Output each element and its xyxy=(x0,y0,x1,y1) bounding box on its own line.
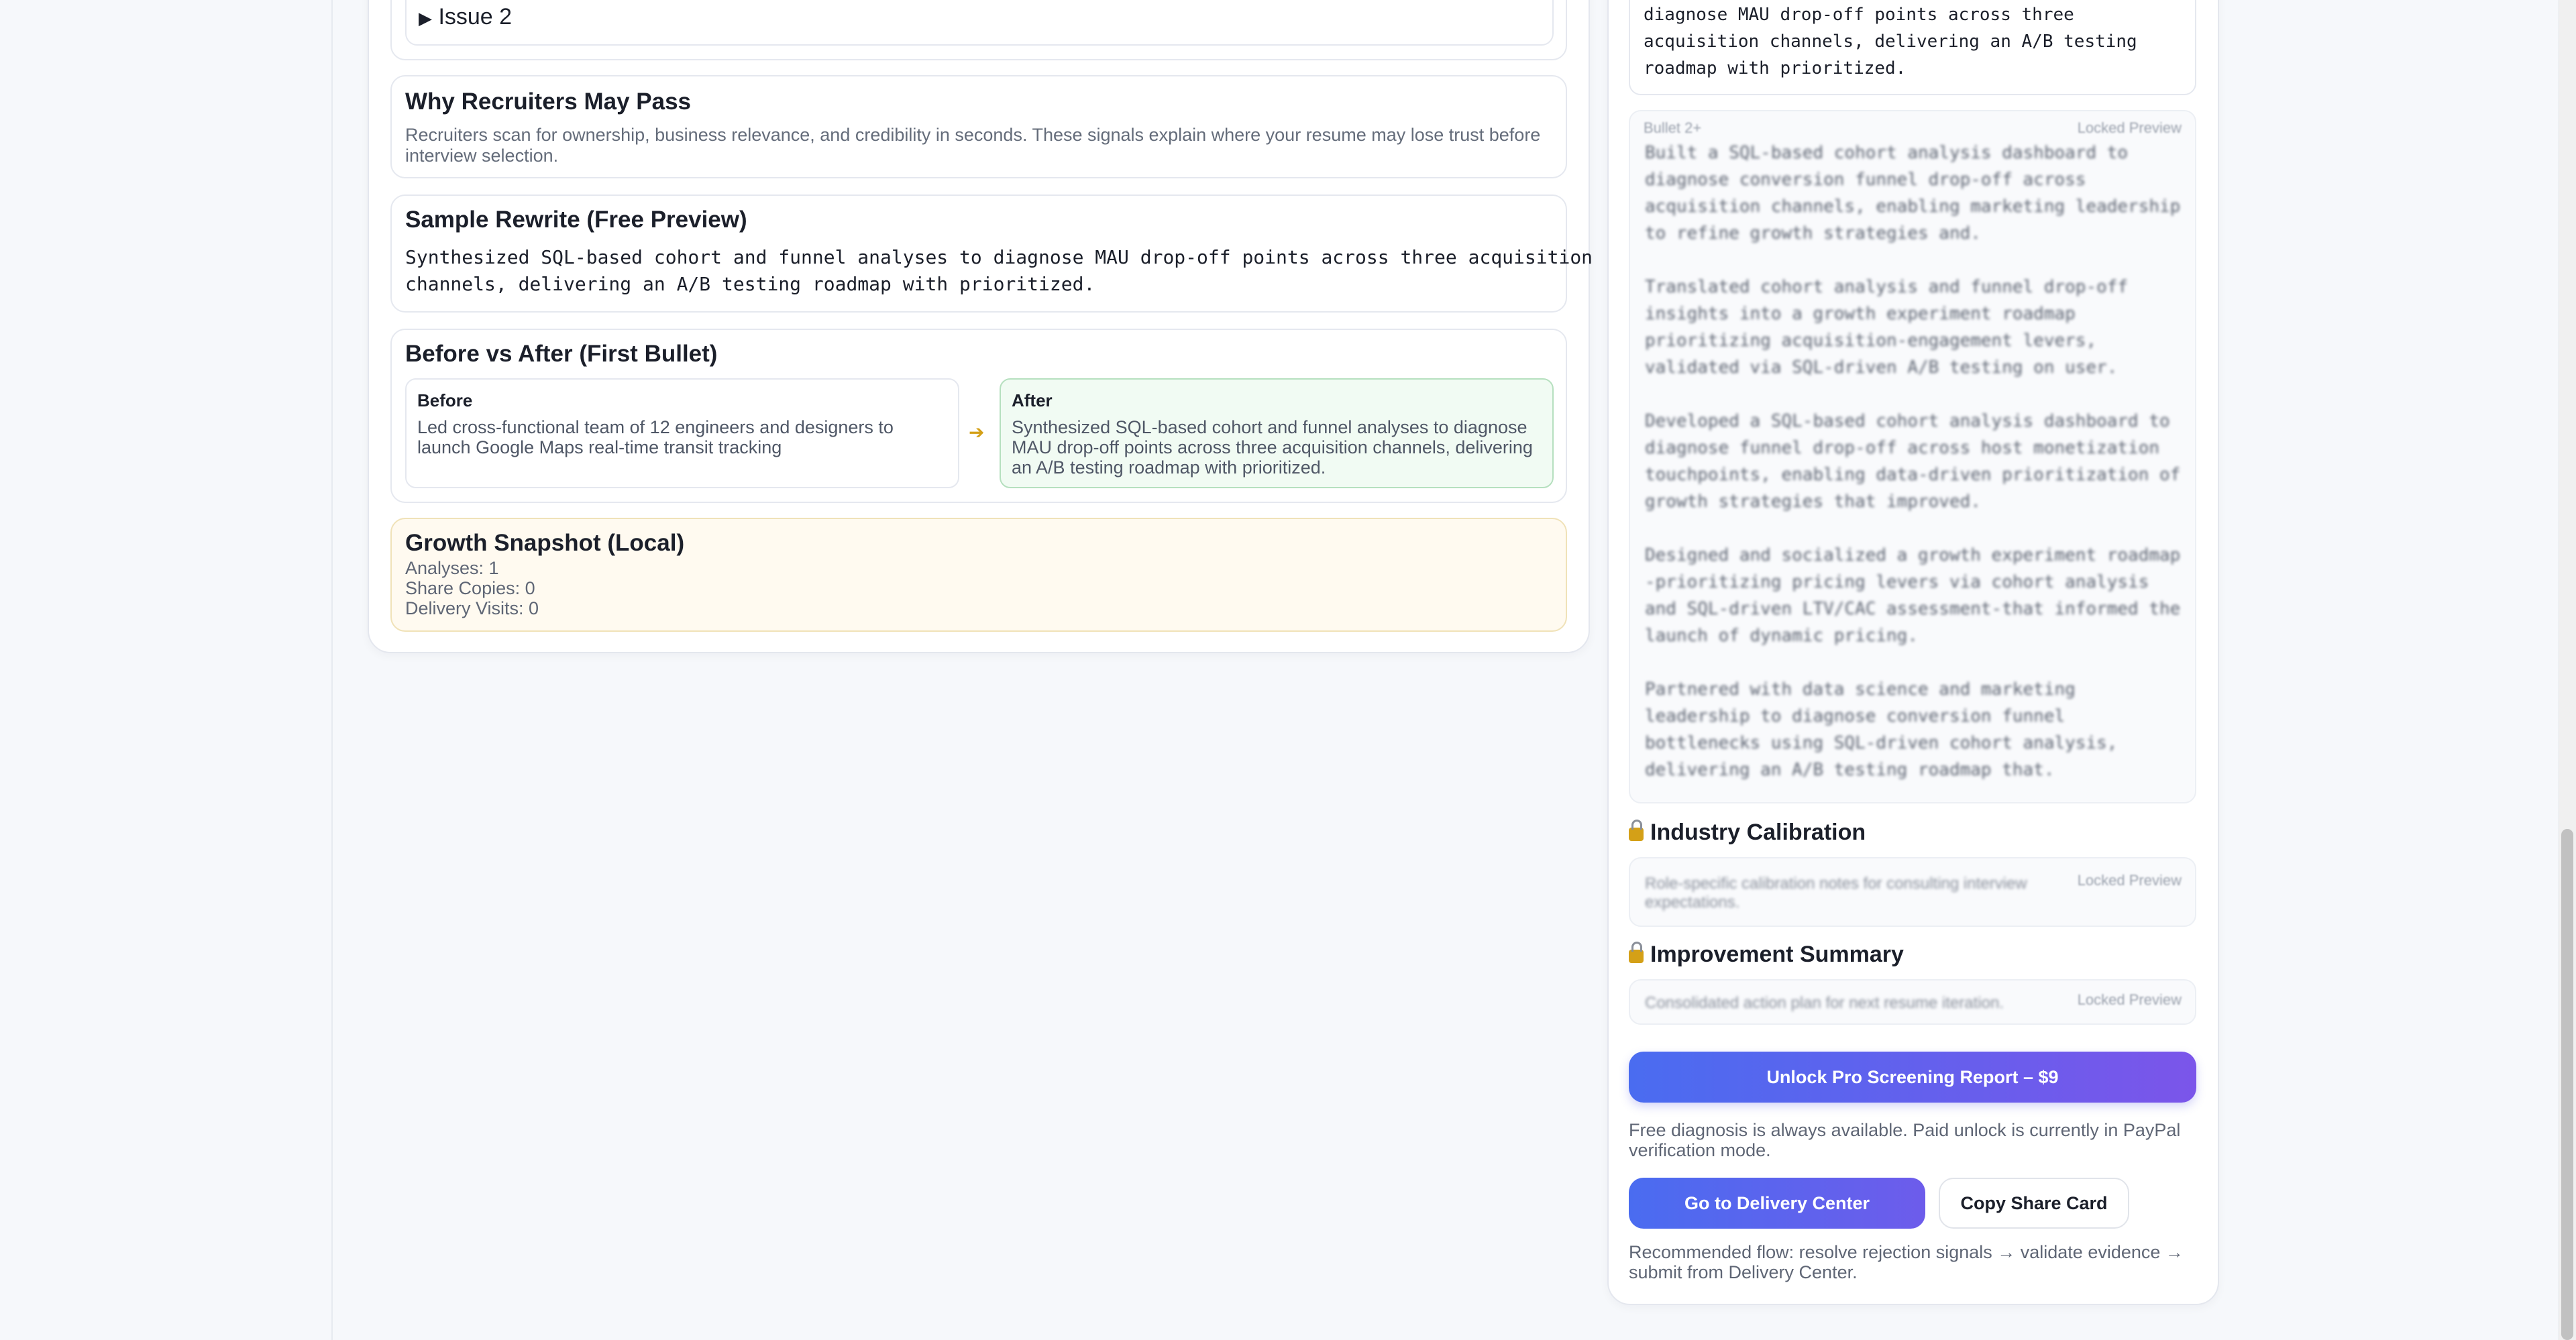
sample-rewrite-line-1: Synthesized SQL-based cohort and funnel … xyxy=(405,246,1593,268)
bullet-1-line-2: acquisition channels, delivering an A/B … xyxy=(1644,32,2137,52)
lock-icon xyxy=(1629,820,1644,841)
go-to-delivery-center-button[interactable]: Go to Delivery Center xyxy=(1629,1178,1925,1229)
unlock-pro-report-button[interactable]: Unlock Pro Screening Report – $9 xyxy=(1629,1052,2196,1103)
recommended-flow-note: Recommended flow: resolve rejection sign… xyxy=(1629,1242,2184,1282)
bullet-1-line-1: diagnose MAU drop-off points across thre… xyxy=(1644,5,2074,25)
copy-share-card-button[interactable]: Copy Share Card xyxy=(1939,1178,2129,1229)
arrow-right-icon: ➔ xyxy=(969,422,985,443)
locked-bullets-text: Built a SQL-based cohort analysis dashbo… xyxy=(1645,143,2181,780)
free-diagnosis-note: Free diagnosis is always available. Paid… xyxy=(1629,1120,2181,1160)
before-label: Before xyxy=(417,390,473,410)
improvement-locked-tag: Locked Preview xyxy=(2077,991,2182,1008)
improvement-summary-locked-box: Consolidated action plan for next resume… xyxy=(1629,979,2196,1025)
improvement-summary-title: Improvement Summary xyxy=(1650,942,1904,967)
why-recruiters-body: Recruiters scan for ownership, business … xyxy=(405,125,1541,166)
sample-rewrite-title: Sample Rewrite (Free Preview) xyxy=(405,207,747,233)
industry-locked-tag: Locked Preview xyxy=(2077,872,2182,889)
industry-calibration-title: Industry Calibration xyxy=(1650,820,1866,845)
locked-preview-tag: Locked Preview xyxy=(2077,119,2182,136)
improvement-summary-heading: Improvement Summary xyxy=(1629,942,1904,968)
growth-analyses: Analyses: 1 xyxy=(405,558,499,578)
locked-bullets-preview: Bullet 2+ Locked Preview Built a SQL-bas… xyxy=(1629,110,2196,803)
industry-calibration-text: Role-specific calibration notes for cons… xyxy=(1645,875,2027,911)
improvement-summary-text: Consolidated action plan for next resume… xyxy=(1645,994,2004,1012)
growth-snapshot-title: Growth Snapshot (Local) xyxy=(405,530,685,556)
why-recruiters-title: Why Recruiters May Pass xyxy=(405,89,692,115)
lock-icon xyxy=(1629,942,1644,963)
industry-calibration-heading: Industry Calibration xyxy=(1629,820,1866,846)
caret-right-icon: ▶ xyxy=(419,8,432,28)
after-label: After xyxy=(1012,390,1053,410)
before-after-title: Before vs After (First Bullet) xyxy=(405,341,718,367)
growth-delivery-visits: Delivery Visits: 0 xyxy=(405,598,539,618)
bullet-1-line-3: roadmap with prioritized. xyxy=(1644,58,1907,78)
sample-rewrite-line-2: channels, delivering an A/B testing road… xyxy=(405,273,1095,295)
industry-calibration-locked-box: Role-specific calibration notes for cons… xyxy=(1629,857,2196,927)
issue-2-details[interactable] xyxy=(405,0,1554,46)
left-divider xyxy=(331,0,333,1340)
issue-label: Issue 2 xyxy=(438,4,513,30)
after-text: Synthesized SQL-based cohort and funnel … xyxy=(1012,417,1533,478)
growth-share-copies: Share Copies: 0 xyxy=(405,578,535,598)
issue-2-summary[interactable]: ▶ Issue 2 xyxy=(419,4,512,30)
scrollbar-thumb[interactable] xyxy=(2561,829,2573,1340)
locked-bullets-label: Bullet 2+ xyxy=(1644,119,1702,136)
before-text: Led cross-functional team of 12 engineer… xyxy=(417,417,894,457)
